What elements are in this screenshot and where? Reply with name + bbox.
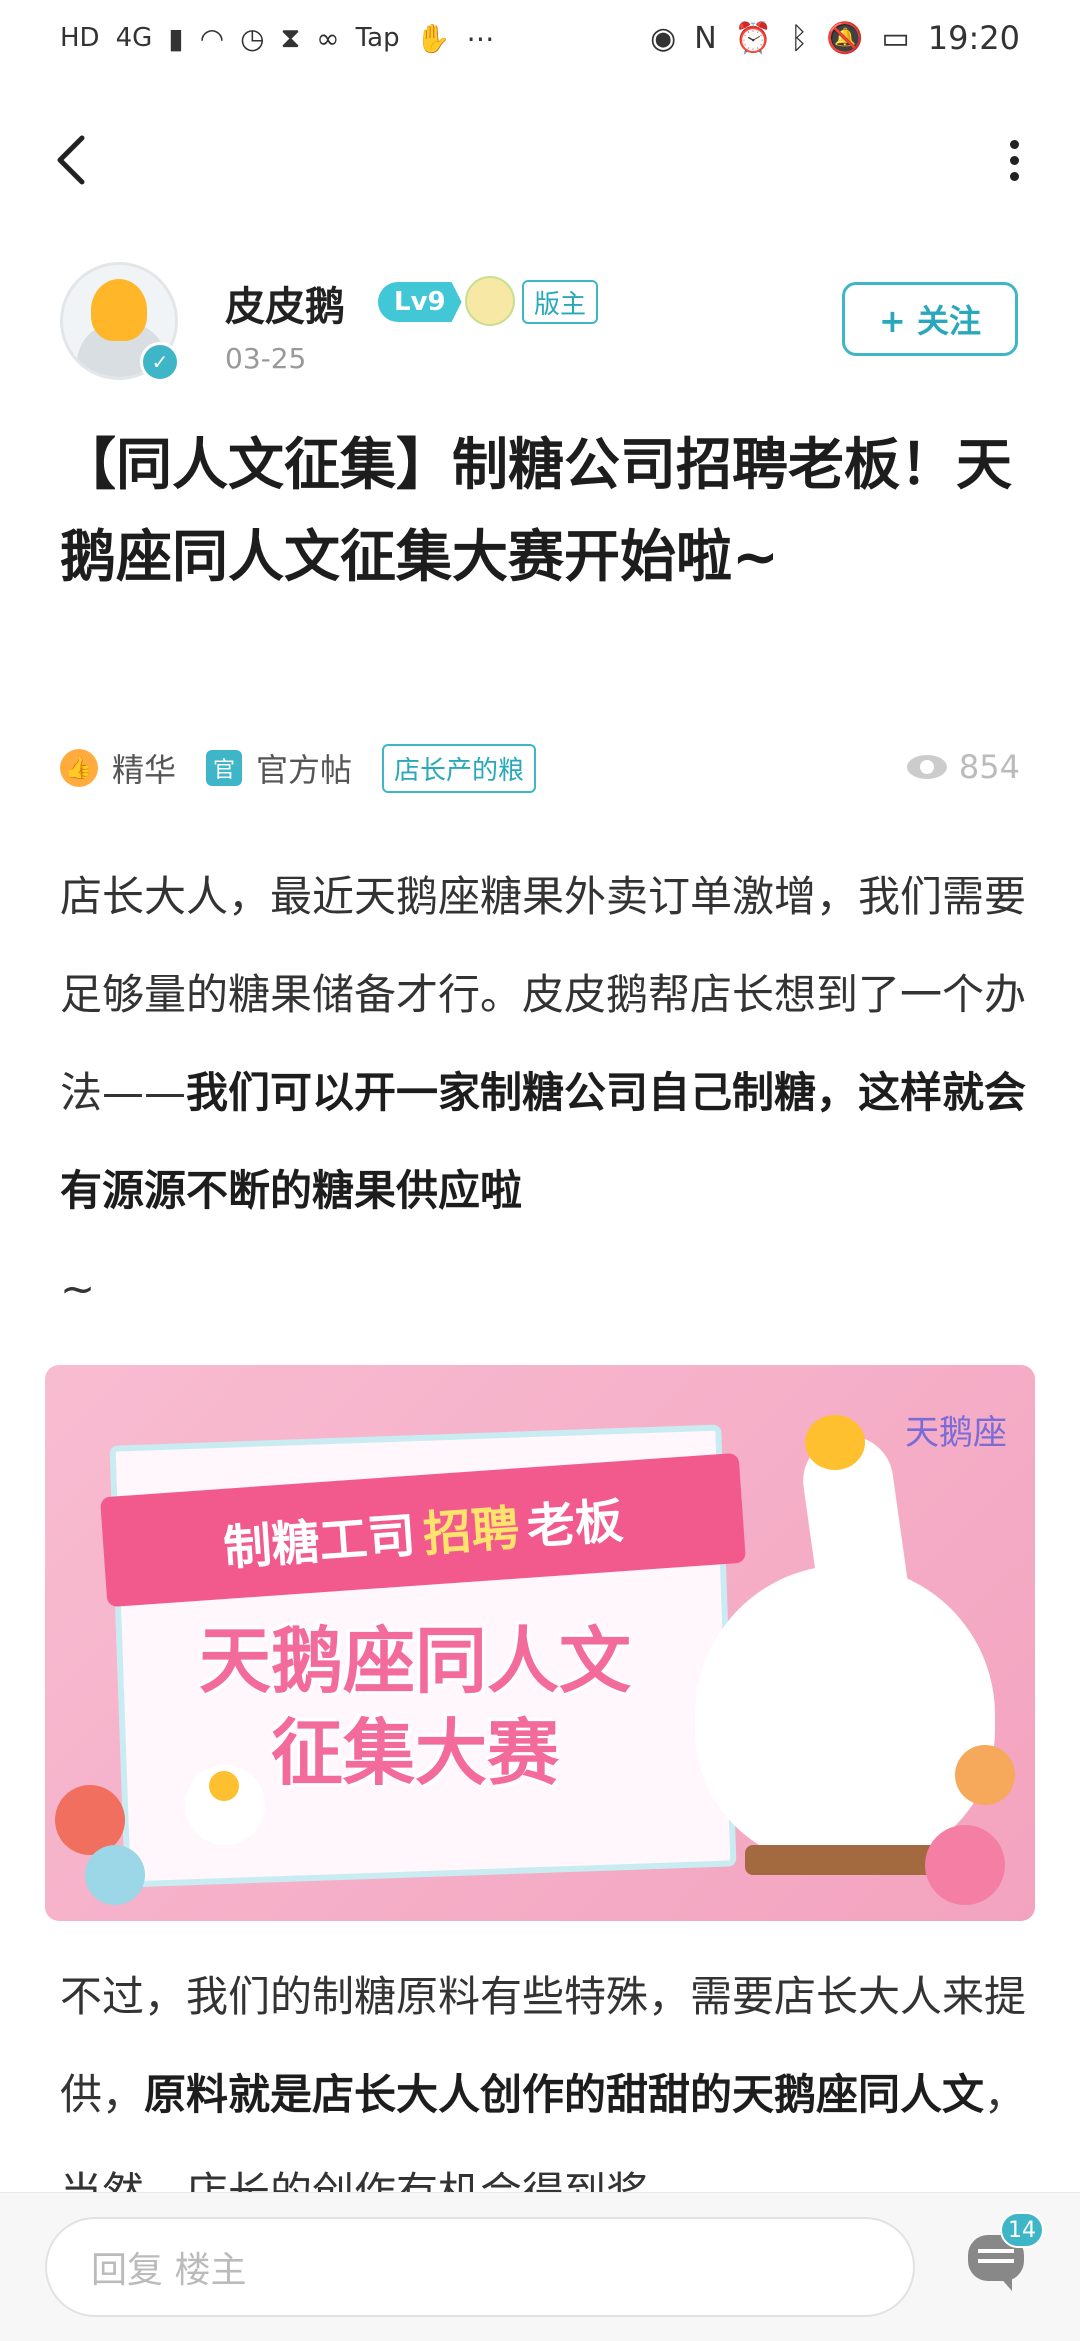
featured-label: 精华 bbox=[112, 751, 177, 789]
more-status-icon: ⋯ bbox=[466, 21, 495, 55]
clock: 19:20 bbox=[927, 19, 1020, 57]
banner-headline-line: 天鹅座同人文 bbox=[198, 1619, 631, 1703]
banner-ribbon-highlight: 招聘 bbox=[421, 1500, 522, 1563]
timer-icon: ◷ bbox=[240, 21, 265, 55]
lollipop-icon bbox=[85, 1845, 145, 1905]
comment-icon-tail bbox=[998, 2275, 1012, 2291]
wifi-icon: ◠ bbox=[199, 21, 225, 55]
link-icon: ∞ bbox=[316, 21, 340, 55]
featured-tag: 👍 精华 bbox=[60, 745, 176, 791]
lollipop-icon bbox=[925, 1825, 1005, 1905]
paragraph-bold-text: 我们可以开一家制糖公司自己制糖，这样就会有源源不断的糖果供应啦 bbox=[60, 1068, 1027, 1215]
tags-row: 👍 精华 官 官方帖 店长产的粮 854 bbox=[60, 738, 1020, 798]
paragraph-text: ~ bbox=[60, 1264, 96, 1313]
alarm-icon: ⏰ bbox=[734, 20, 773, 56]
post-title: 【同人文征集】制糖公司招聘老板！天鹅座同人文征集大赛开始啦~ bbox=[60, 433, 1012, 590]
official-label: 官方帖 bbox=[256, 751, 353, 789]
hand-icon: ✋ bbox=[415, 21, 451, 55]
bluetooth-icon: ᛒ bbox=[790, 20, 809, 56]
top-bar bbox=[0, 110, 1080, 210]
status-bar: HD 4G ▮ ◠ ◷ ⧗ ∞ Tap ✋ ⋯ ◉ N ⏰ ᛒ 🔕 ▭ 19:2… bbox=[0, 0, 1080, 76]
status-left: HD 4G ▮ ◠ ◷ ⧗ ∞ Tap ✋ ⋯ bbox=[60, 21, 494, 55]
banner-ribbon-pre: 制糖工司 bbox=[221, 1507, 418, 1577]
post-paragraph: 店长大人，最近天鹅座糖果外卖订单激增，我们需要足够量的糖果储备才行。皮皮鹅帮店长… bbox=[60, 848, 1030, 1338]
follow-button[interactable]: + 关注 bbox=[842, 282, 1018, 356]
category-tag[interactable]: 店长产的粮 bbox=[382, 743, 537, 793]
reply-input[interactable]: 回复 楼主 bbox=[45, 2217, 915, 2317]
more-dot-icon bbox=[1009, 155, 1019, 165]
back-button[interactable] bbox=[48, 130, 108, 190]
lollipop-icon bbox=[955, 1745, 1015, 1805]
goose-beak bbox=[805, 1415, 865, 1470]
more-menu-button[interactable] bbox=[984, 130, 1044, 190]
hd-indicator: HD bbox=[60, 23, 100, 53]
verified-icon: ✓ bbox=[140, 342, 180, 382]
official-tag: 官 官方帖 bbox=[206, 745, 352, 791]
status-right: ◉ N ⏰ ᛒ 🔕 ▭ 19:20 bbox=[650, 19, 1020, 57]
official-icon: 官 bbox=[206, 750, 243, 786]
post-banner-image[interactable]: 制糖工司 招聘 老板 天鹅座同人文 征集大赛 天鹅座 bbox=[45, 1365, 1035, 1921]
view-count: 854 bbox=[905, 748, 1020, 786]
moderator-badge: 版主 bbox=[522, 280, 599, 324]
author-name[interactable]: 皮皮鹅 bbox=[225, 274, 345, 332]
eye-icon: ◉ bbox=[650, 20, 677, 56]
paragraph-bold-text: 原料就是店长大人创作的甜甜的天鹅座同人文 bbox=[144, 2070, 985, 2119]
chevron-left-icon bbox=[57, 135, 85, 185]
more-dot-icon bbox=[1009, 139, 1019, 149]
mini-goose-illustration bbox=[185, 1765, 265, 1845]
hourglass-icon: ⧗ bbox=[280, 21, 301, 54]
battery-icon: ▭ bbox=[881, 20, 910, 56]
view-count-value: 854 bbox=[958, 748, 1020, 786]
title-badge-icon bbox=[465, 276, 515, 326]
bottom-bar: 回复 楼主 bbox=[0, 2192, 1080, 2341]
post-date: 03-25 bbox=[225, 342, 307, 375]
more-dot-icon bbox=[1009, 171, 1019, 181]
avatar-beak bbox=[91, 279, 147, 341]
eye-icon bbox=[906, 755, 947, 779]
banner-ribbon-post: 老板 bbox=[525, 1493, 625, 1556]
stool-illustration bbox=[745, 1845, 945, 1875]
signal-icon: ▮ bbox=[168, 21, 184, 55]
comment-count-badge: 14 bbox=[1000, 2212, 1044, 2248]
network-indicator: 4G bbox=[115, 23, 153, 53]
nfc-icon: N bbox=[694, 20, 717, 56]
banner-logo: 天鹅座 bbox=[905, 1413, 1007, 1453]
author-row: ✓ 皮皮鹅 Lv9 版主 03-25 + 关注 bbox=[60, 262, 1020, 382]
thumbs-up-icon: 👍 bbox=[60, 749, 98, 787]
tap-indicator: Tap bbox=[355, 23, 400, 53]
level-badge: Lv9 bbox=[378, 282, 462, 322]
mute-icon: 🔕 bbox=[826, 20, 864, 56]
